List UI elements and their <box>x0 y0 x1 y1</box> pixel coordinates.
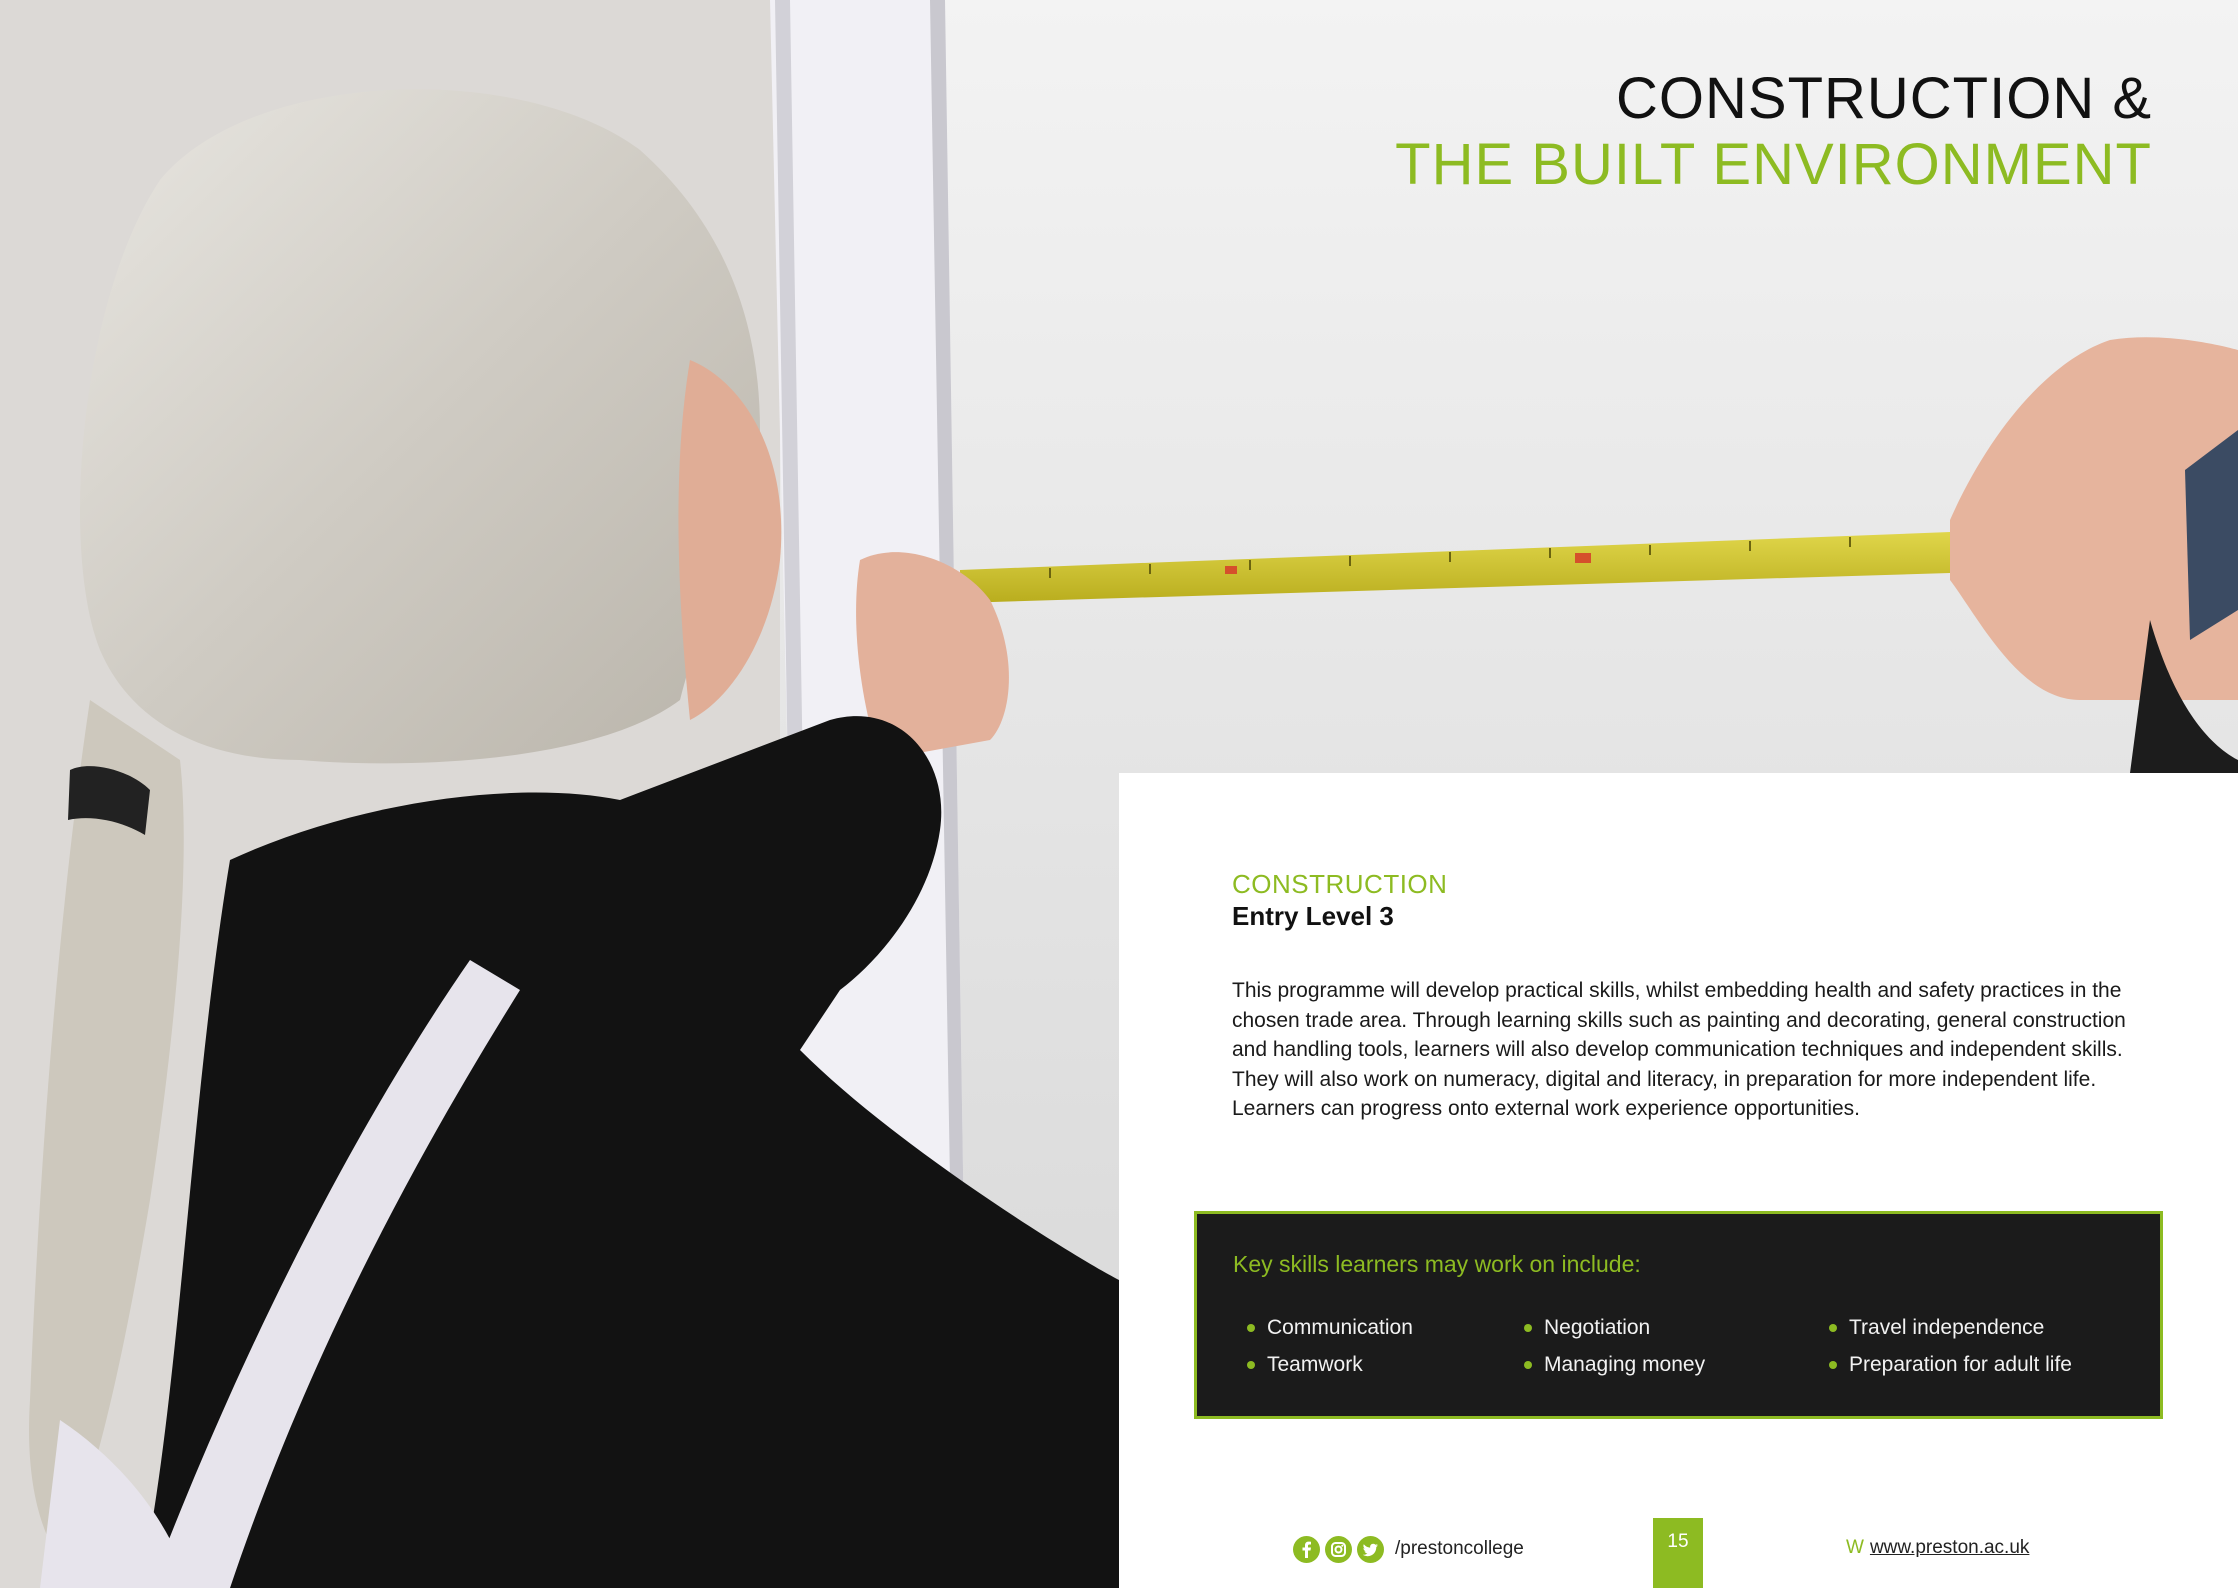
page-number: 15 <box>1653 1518 1703 1588</box>
skill-item: Teamwork <box>1247 1346 1413 1383</box>
footer-website: Wwww.preston.ac.uk <box>1846 1537 2029 1559</box>
page-title: CONSTRUCTION & THE BUILT ENVIRONMENT <box>1395 66 2152 198</box>
skills-column-3: Travel independence Preparation for adul… <box>1829 1309 2072 1383</box>
skill-label: Communication <box>1267 1316 1413 1339</box>
skill-label: Teamwork <box>1267 1353 1363 1376</box>
page-title-line-1: CONSTRUCTION & <box>1616 66 2152 131</box>
skill-label: Managing money <box>1544 1353 1706 1376</box>
course-category: CONSTRUCTION <box>1232 869 1448 899</box>
skills-column-1: Communication Teamwork <box>1247 1309 1413 1383</box>
key-skills-title: Key skills learners may work on include: <box>1233 1251 1641 1277</box>
key-skills-box: Key skills learners may work on include:… <box>1194 1211 2163 1419</box>
footer-social: /prestoncollege <box>1293 1534 1524 1564</box>
content-panel: CONSTRUCTION Entry Level 3 This programm… <box>1119 773 2238 1588</box>
skill-item: Negotiation <box>1524 1309 1705 1346</box>
skills-column-2: Negotiation Managing money <box>1524 1309 1705 1383</box>
bullet-icon <box>1524 1324 1532 1332</box>
bullet-icon <box>1247 1361 1255 1369</box>
facebook-icon[interactable] <box>1293 1535 1320 1563</box>
twitter-icon[interactable] <box>1357 1535 1384 1563</box>
bullet-icon <box>1829 1324 1837 1332</box>
course-level: Entry Level 3 <box>1232 901 1394 931</box>
social-handle[interactable]: /prestoncollege <box>1395 1538 1524 1560</box>
skill-item: Preparation for adult life <box>1829 1346 2072 1383</box>
website-link[interactable]: www.preston.ac.uk <box>1870 1537 2029 1558</box>
bullet-icon <box>1829 1361 1837 1369</box>
skill-item: Communication <box>1247 1309 1413 1346</box>
skill-item: Travel independence <box>1829 1309 2072 1346</box>
bullet-icon <box>1247 1324 1255 1332</box>
skill-label: Travel independence <box>1849 1316 2045 1339</box>
course-heading: CONSTRUCTION Entry Level 3 <box>1232 868 1447 932</box>
course-description: This programme will develop practical sk… <box>1232 979 2126 1120</box>
page-title-line-2: THE BUILT ENVIRONMENT <box>1395 132 2152 197</box>
skill-label: Preparation for adult life <box>1849 1353 2072 1376</box>
bullet-icon <box>1524 1361 1532 1369</box>
instagram-icon[interactable] <box>1325 1535 1352 1563</box>
skill-item: Managing money <box>1524 1346 1705 1383</box>
web-prefix: W <box>1846 1537 1864 1558</box>
skill-label: Negotiation <box>1544 1316 1651 1339</box>
